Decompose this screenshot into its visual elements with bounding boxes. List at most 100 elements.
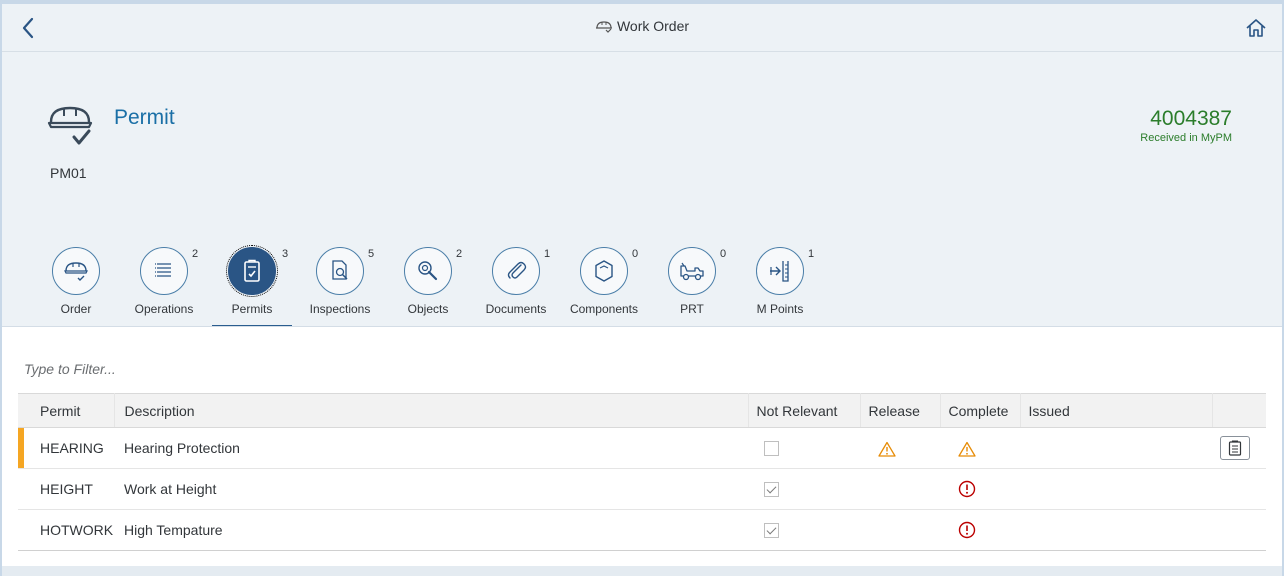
tab-operations[interactable]: 2 Operations — [120, 245, 208, 327]
error-icon — [958, 521, 976, 539]
action-cell — [1212, 427, 1266, 469]
permit-code: HEARING — [40, 440, 104, 456]
forklift-icon — [680, 262, 704, 281]
tab-label: Permits — [231, 302, 273, 316]
error-icon — [958, 480, 976, 498]
tab-icon-circle — [404, 247, 452, 295]
clipboard-check-icon — [244, 259, 260, 282]
tab-count: 2 — [456, 248, 463, 260]
tab-label: M Points — [756, 302, 804, 316]
hard-hat-check-icon — [47, 106, 93, 145]
tab-components[interactable]: 0 Components — [560, 245, 648, 327]
permit-cell: HEIGHT — [18, 468, 114, 510]
tab-icon-circle — [492, 247, 540, 295]
tab-icon-circle — [316, 247, 364, 295]
description-cell: Hearing Protection — [114, 427, 748, 469]
not-relevant-checkbox[interactable] — [764, 482, 779, 498]
tab-icon-circle — [580, 247, 628, 295]
tab-objects[interactable]: 2 Objects — [384, 245, 472, 327]
tab-documents[interactable]: 1 Documents — [472, 245, 560, 327]
home-icon — [1246, 19, 1266, 37]
permit-cell: HOTWORK — [18, 509, 114, 551]
document-search-icon — [332, 260, 348, 280]
tab-icon-circle — [756, 247, 804, 295]
column-header-description[interactable]: Description — [114, 393, 749, 428]
column-header-issued[interactable]: Issued — [1020, 393, 1213, 428]
warning-icon — [878, 441, 896, 457]
description-cell: High Tempature — [114, 509, 748, 551]
column-header-complete[interactable]: Complete — [940, 393, 1021, 428]
tab-label: Order — [60, 302, 92, 316]
measuring-point-icon — [770, 261, 789, 282]
complete-cell — [940, 468, 1020, 510]
complete-cell — [940, 509, 1020, 551]
not-relevant-checkbox[interactable] — [764, 441, 779, 457]
permit-code: HEIGHT — [40, 481, 93, 497]
tab-m-points[interactable]: 1 M Points — [736, 245, 824, 327]
package-icon — [595, 260, 613, 282]
status-text: Received in MyPM — [1140, 132, 1232, 144]
home-button[interactable] — [1242, 14, 1270, 42]
shell-bar: Work Order — [2, 4, 1282, 52]
release-cell — [860, 427, 940, 469]
tab-label: Objects — [407, 302, 449, 316]
tab-label: PRT — [680, 302, 704, 316]
paperclip-icon — [507, 261, 527, 279]
tab-inspections[interactable]: 5 Inspections — [296, 245, 384, 327]
not-relevant-cell — [748, 468, 860, 510]
tab-label: Operations — [134, 302, 194, 316]
shell-title-text: Work Order — [616, 18, 690, 34]
table-row[interactable]: HOTWORK High Tempature — [18, 509, 1266, 551]
tab-icon-circle — [226, 245, 278, 297]
complete-cell — [940, 427, 1020, 469]
hard-hat-check-icon — [64, 262, 88, 281]
work-order-number: 4004387 — [1150, 107, 1232, 130]
tab-prt[interactable]: 0 PRT — [648, 245, 736, 327]
not-relevant-cell — [748, 427, 860, 469]
issued-cell — [1020, 427, 1212, 469]
tab-count: 0 — [632, 248, 639, 260]
filter-field[interactable] — [24, 361, 324, 377]
clipboard-icon — [1228, 440, 1242, 456]
description-cell: Work at Height — [114, 468, 748, 510]
warning-icon — [958, 441, 976, 457]
tab-count: 3 — [282, 248, 289, 260]
tab-count: 5 — [368, 248, 375, 260]
action-cell — [1212, 509, 1266, 551]
permit-code: HOTWORK — [40, 522, 114, 538]
column-header-not-relevant[interactable]: Not Relevant — [748, 393, 861, 428]
tab-bar: Order 2 Operations 3 Permits 5 Inspectio… — [32, 245, 824, 327]
tab-icon-circle — [668, 247, 716, 295]
shell-title: Work Order — [2, 18, 1282, 34]
release-cell — [860, 509, 940, 551]
tab-label: Components — [569, 302, 639, 316]
permits-table: Permit Description Not Relevant Release … — [18, 393, 1266, 551]
list-icon — [155, 263, 171, 277]
tab-icon-circle — [140, 247, 188, 295]
action-cell — [1212, 468, 1266, 510]
object-code: PM01 — [50, 165, 87, 181]
tab-order[interactable]: Order — [32, 245, 120, 327]
wrench-icon — [418, 261, 438, 281]
row-highlight-indicator — [18, 428, 24, 468]
not-relevant-cell — [748, 509, 860, 551]
column-header-actions — [1212, 393, 1266, 428]
page-title: Permit — [114, 106, 175, 129]
row-action-button[interactable] — [1220, 436, 1250, 460]
table-row[interactable]: HEARING Hearing Protection — [18, 427, 1266, 469]
tab-count: 2 — [192, 248, 199, 260]
issued-cell — [1020, 468, 1212, 510]
column-header-release[interactable]: Release — [860, 393, 941, 428]
tab-label: Documents — [485, 302, 547, 316]
hard-hat-icon — [595, 21, 612, 33]
filter-input[interactable] — [24, 361, 324, 377]
permit-cell: HEARING — [18, 427, 114, 469]
tab-permits[interactable]: 3 Permits — [208, 245, 296, 327]
object-header: Permit PM01 4004387 Received in MyPM Ord… — [2, 52, 1282, 327]
tab-count: 1 — [808, 248, 815, 260]
table-row[interactable]: HEIGHT Work at Height — [18, 468, 1266, 510]
not-relevant-checkbox[interactable] — [764, 523, 779, 539]
column-header-permit[interactable]: Permit — [18, 393, 115, 428]
table-header-row: Permit Description Not Relevant Release … — [18, 393, 1266, 428]
tab-count: 1 — [544, 248, 551, 260]
